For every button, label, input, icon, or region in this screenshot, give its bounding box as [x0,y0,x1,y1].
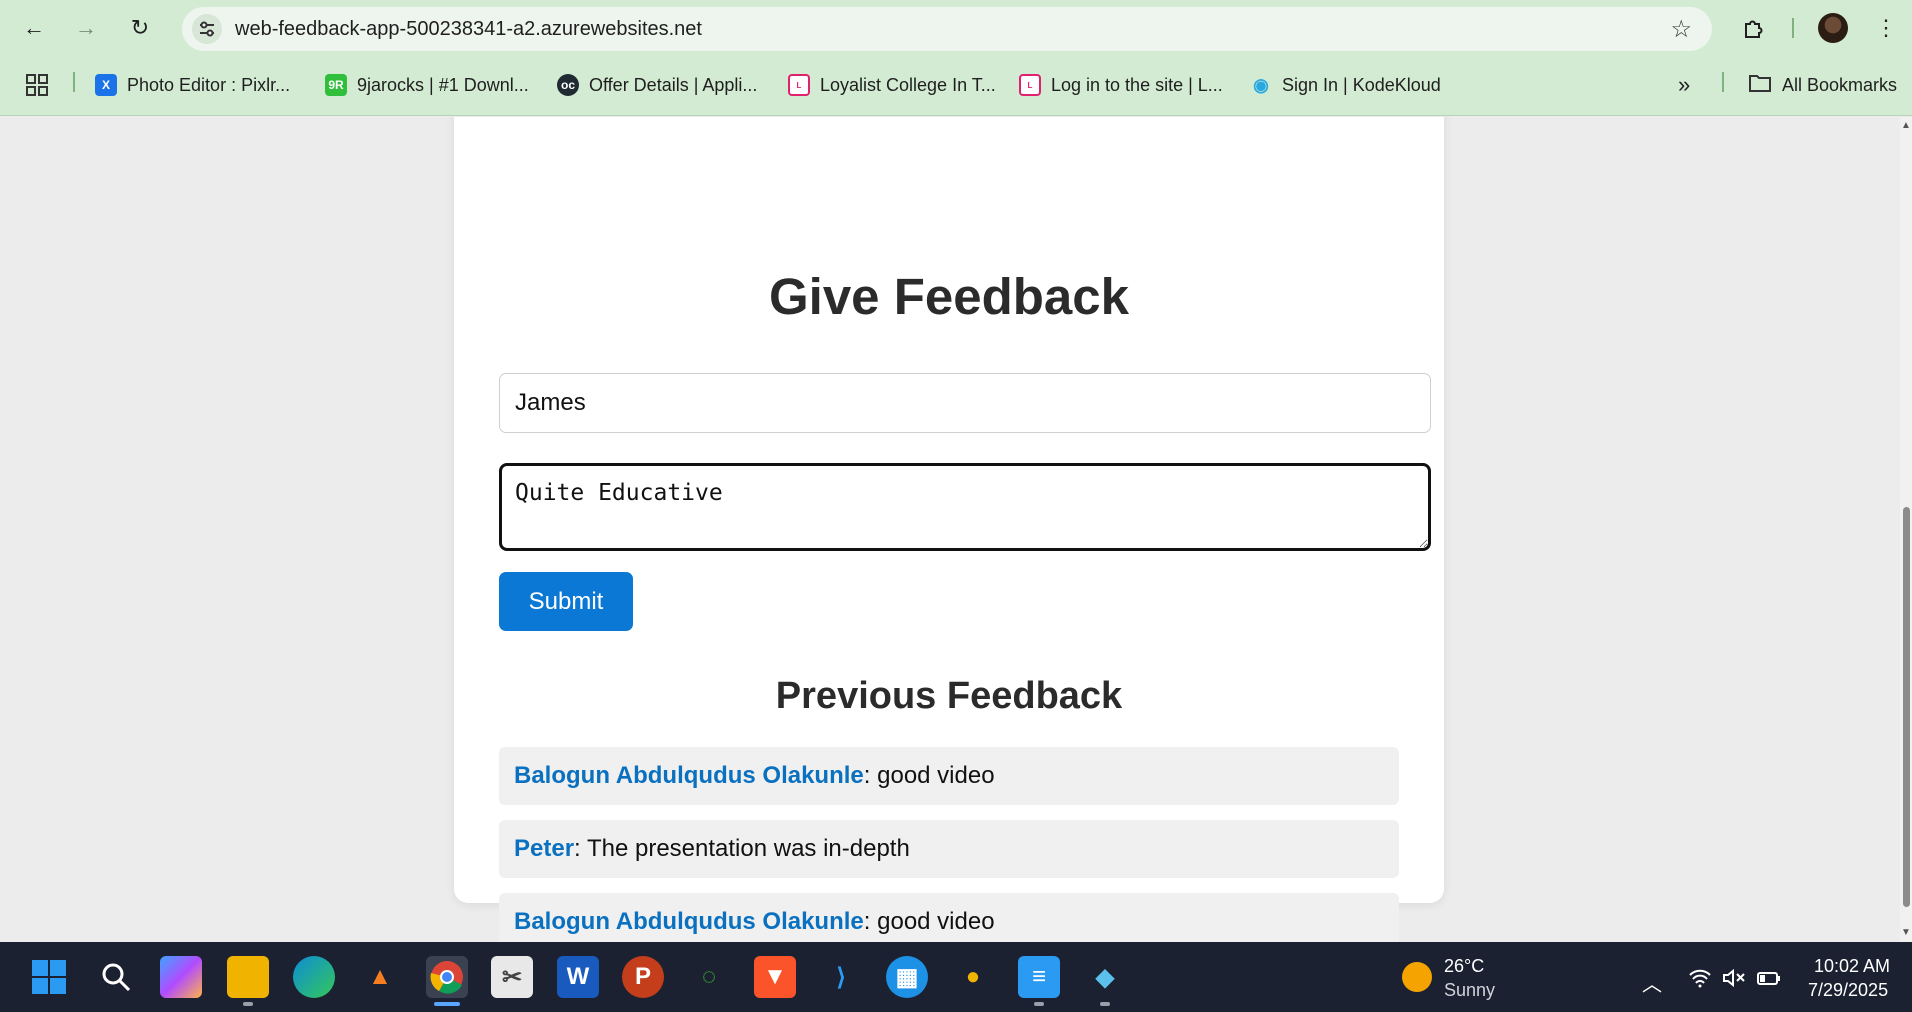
bookmarks-bar: X Photo Editor : Pixlr... 9R 9jarocks | … [0,62,1912,106]
kodekloud-icon: ◉ [1250,74,1272,96]
wifi-icon[interactable] [1688,968,1712,994]
name-input[interactable] [499,373,1431,433]
address-bar[interactable]: web-feedback-app-500238341-a2.azurewebsi… [182,7,1712,51]
docker-icon[interactable]: ▦ [886,956,928,998]
bookmarks-divider [1722,72,1724,92]
feedback-item: Balogun Abdulqudus Olakunle: good video [499,747,1399,805]
profile-avatar[interactable] [1818,13,1848,43]
speaker-muted-icon[interactable] [1722,968,1746,994]
chevron-up-icon[interactable]: ︿ [1642,968,1662,997]
bookmark-9jarocks[interactable]: 9R 9jarocks | #1 Downl... [325,72,529,98]
scroll-up-icon[interactable]: ▲ [1901,121,1911,131]
oc-icon: oc [557,74,579,96]
browser-toolbar: ← → ↻ web-feedback-app-500238341-a2.azur… [0,0,1912,56]
notepad-icon[interactable]: ≡ [1018,956,1060,998]
apps-grid-icon[interactable] [26,72,48,98]
bookmark-label: 9jarocks | #1 Downl... [357,74,529,95]
clock-date: 7/29/2025 [1808,980,1889,1000]
loyalist-icon: L [1019,74,1041,96]
windows-taskbar: ▲ ✂ W P ◌ ▼ ⟩ ▦ ● ≡ ◆ [0,942,1912,1012]
site-settings-icon[interactable] [192,14,222,44]
url-text: web-feedback-app-500238341-a2.azurewebsi… [235,18,702,40]
bookmark-pixlr[interactable]: X Photo Editor : Pixlr... [95,72,290,98]
bookmark-offer-details[interactable]: oc Offer Details | Appli... [557,72,757,98]
search-icon[interactable] [95,956,137,998]
feedback-card: Give Feedback Quite Educative Submit Pre… [454,117,1444,942]
feedback-text: : The presentation was in-depth [574,835,910,862]
brave-icon[interactable]: ▼ [754,956,796,998]
feedback-text: : good video [863,908,995,935]
feedback-list: Balogun Abdulqudus Olakunle: good video … [499,747,1399,942]
pixlr-icon: X [95,74,117,96]
toolbar-divider [1792,18,1794,38]
all-bookmarks-label: All Bookmarks [1782,74,1898,95]
extensions-icon[interactable] [1736,10,1772,46]
copilot-icon[interactable] [160,956,202,998]
page-scrollbar[interactable]: ▲ ▼ [1900,117,1912,942]
windows-start-icon[interactable] [28,956,70,998]
folder-icon [1748,73,1772,98]
reload-icon[interactable]: ↻ [122,10,158,46]
weather-temp: 26°C [1444,956,1485,976]
battery-icon[interactable] [1756,968,1782,994]
powerpoint-icon[interactable]: P [622,956,664,998]
comment-textarea[interactable]: Quite Educative [499,463,1431,551]
weather-sun-icon[interactable] [1402,962,1432,992]
scroll-down-icon[interactable]: ▼ [1901,928,1911,938]
bookmark-label: Log in to the site | L... [1051,74,1223,95]
more-bookmarks-icon[interactable]: » [1678,72,1690,98]
bookmark-label: Loyalist College In T... [820,74,996,95]
running-indicator [1100,1002,1110,1006]
active-indicator [434,1002,460,1006]
loyalist-icon: L [788,74,810,96]
vscode-icon[interactable]: ⟩ [820,956,862,998]
medal-icon[interactable]: ● [952,956,994,998]
bookmark-kodekloud[interactable]: ◉ Sign In | KodeKloud [1250,72,1441,98]
vlc-icon[interactable]: ▲ [359,956,401,998]
previous-feedback-title: Previous Feedback [775,675,1123,717]
edge-icon[interactable] [293,956,335,998]
clock-time: 10:02 AM [1814,956,1891,976]
word-icon[interactable]: W [557,956,599,998]
bookmark-loyalist[interactable]: L Loyalist College In T... [788,72,996,98]
bookmark-label: Offer Details | Appli... [589,74,758,95]
menu-kebab-icon[interactable]: ⋮ [1868,10,1904,46]
git-icon[interactable]: ◆ [1084,956,1126,998]
snipping-tool-icon[interactable]: ✂ [491,956,533,998]
running-indicator [243,1002,253,1006]
feedback-item: Peter: The presentation was in-depth [499,820,1399,878]
submit-button[interactable]: Submit [499,572,633,631]
bookmark-label: Photo Editor : Pixlr... [127,74,291,95]
bookmark-label: Sign In | KodeKloud [1282,74,1441,95]
browser-chrome: ← → ↻ web-feedback-app-500238341-a2.azur… [0,0,1912,116]
bookmark-star-icon[interactable]: ☆ [1670,15,1692,44]
feedback-author: Balogun Abdulqudus Olakunle [514,908,864,935]
bookmarks-divider [73,72,75,92]
weather-desc: Sunny [1444,980,1496,1000]
bookmark-login-site[interactable]: L Log in to the site | L... [1019,72,1223,98]
feedback-author: Peter [514,835,575,862]
feedback-author: Balogun Abdulqudus Olakunle [514,762,864,789]
forward-icon[interactable]: → [68,10,104,46]
9jarocks-icon: 9R [325,74,347,96]
page-viewport: Give Feedback Quite Educative Submit Pre… [0,117,1900,942]
feedback-text: : good video [863,762,995,789]
chrome-icon[interactable] [426,956,468,998]
running-indicator [1034,1002,1044,1006]
file-explorer-icon[interactable] [227,956,269,998]
back-icon[interactable]: ← [16,10,52,46]
page-title: Give Feedback [768,268,1129,325]
all-bookmarks[interactable]: All Bookmarks [1748,72,1897,98]
scrollbar-thumb[interactable] [1903,507,1910,907]
feedback-item: Balogun Abdulqudus Olakunle: good video [499,893,1399,942]
sync-icon[interactable]: ◌ [688,956,730,998]
